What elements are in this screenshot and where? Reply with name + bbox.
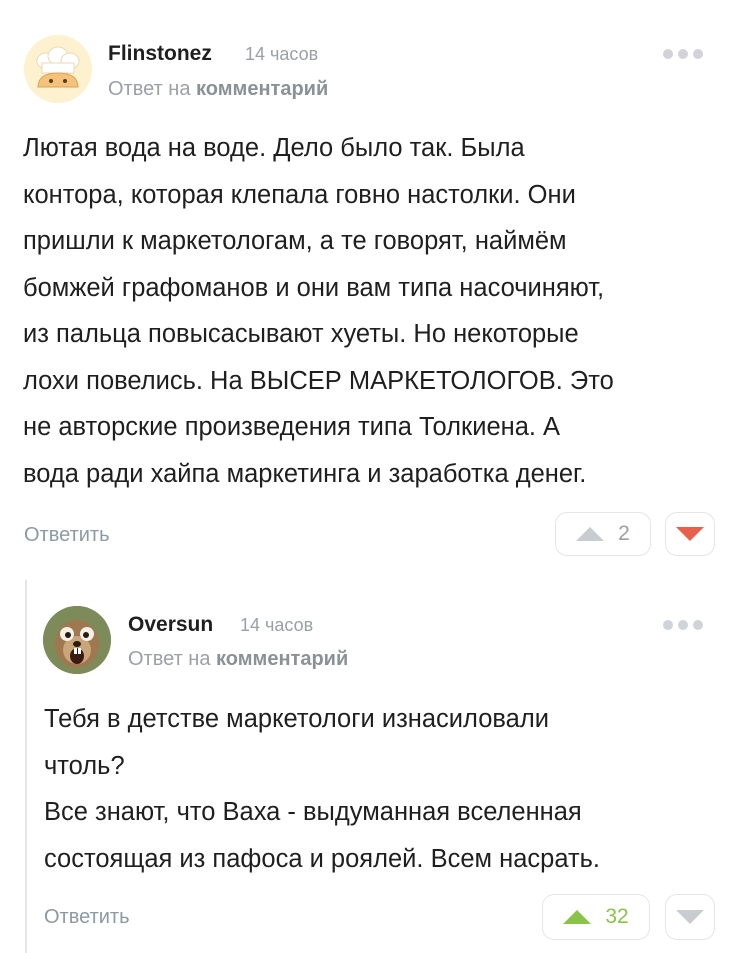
dot-icon xyxy=(678,49,688,59)
more-options-button[interactable] xyxy=(663,620,703,630)
reply-button[interactable]: Ответить xyxy=(24,524,110,547)
comment: Oversun 14 часов Ответ на комментарий Те… xyxy=(0,580,733,953)
comment: Flinstonez 14 часов Ответ на комментарий… xyxy=(0,0,733,580)
comment-text-line: Все знают, что Ваха - выдуманная вселенн… xyxy=(44,798,582,826)
vote-count: 32 xyxy=(605,905,629,928)
dot-icon xyxy=(693,620,703,630)
comment-text-line: из пальца повысасывают хуеты. Но некотор… xyxy=(23,320,579,348)
comment-text: Тебя в детстве маркетологи изнасиловали … xyxy=(44,696,724,882)
comment-text-line: Лютая вода на воде. Дело было так. Была xyxy=(23,134,525,162)
reply-to-prefix: Ответ на xyxy=(108,78,191,100)
vote-count: 2 xyxy=(618,522,630,545)
avatar[interactable] xyxy=(43,606,111,674)
upvote-button[interactable]: 32 xyxy=(542,894,650,940)
comment-text-line: вода ради хайпа маркетинга и заработка д… xyxy=(23,459,587,488)
downvote-icon xyxy=(676,527,704,541)
downvote-button[interactable] xyxy=(665,512,715,556)
comment-time: 14 часов xyxy=(245,44,319,64)
upvote-button[interactable]: 2 xyxy=(555,512,651,556)
downvote-button[interactable] xyxy=(665,894,715,940)
comment-text-line: бомжей графоманов и они вам типа насочин… xyxy=(23,273,605,302)
comment-text-line: пришли к маркетологам, а те говорят, най… xyxy=(23,227,567,255)
scrat-squirrel-icon xyxy=(43,606,111,674)
dot-icon xyxy=(693,49,703,59)
reply-to: Ответ на комментарий xyxy=(108,78,328,101)
reply-to: Ответ на комментарий xyxy=(128,648,348,671)
reply-to-link[interactable]: комментарий xyxy=(196,78,328,100)
dot-icon xyxy=(663,49,673,59)
dot-icon xyxy=(663,620,673,630)
upvote-icon xyxy=(576,527,605,541)
comment-text-line: контора, которая клепала говно настолки.… xyxy=(23,180,576,209)
avatar[interactable] xyxy=(24,35,92,103)
comment-author[interactable]: Flinstonez xyxy=(108,42,212,66)
more-options-button[interactable] xyxy=(663,49,703,59)
dot-icon xyxy=(678,620,688,630)
comment-text-line: чтоль? xyxy=(44,751,125,780)
comment-text-line: состоящая из пафоса и роялей. Всем насра… xyxy=(44,844,600,873)
comment-author[interactable]: Oversun xyxy=(128,613,213,637)
reply-to-link[interactable]: комментарий xyxy=(216,648,348,670)
reply-button[interactable]: Ответить xyxy=(44,906,130,929)
comment-text-line: Тебя в детстве маркетологи изнасиловали xyxy=(44,705,549,733)
downvote-icon xyxy=(676,910,704,924)
comment-text: Лютая вода на воде. Дело было так. Была … xyxy=(23,125,723,497)
chef-hat-bread-icon xyxy=(24,35,92,103)
comment-text-line: не авторские произведения типа Толкиена.… xyxy=(23,413,561,441)
reply-to-prefix: Ответ на xyxy=(128,648,211,670)
upvote-icon xyxy=(563,910,592,924)
comment-time: 14 часов xyxy=(240,615,314,635)
comment-text-line: лохи повелись. На ВЫСЕР МАРКЕТОЛОГОВ. Эт… xyxy=(23,366,614,395)
